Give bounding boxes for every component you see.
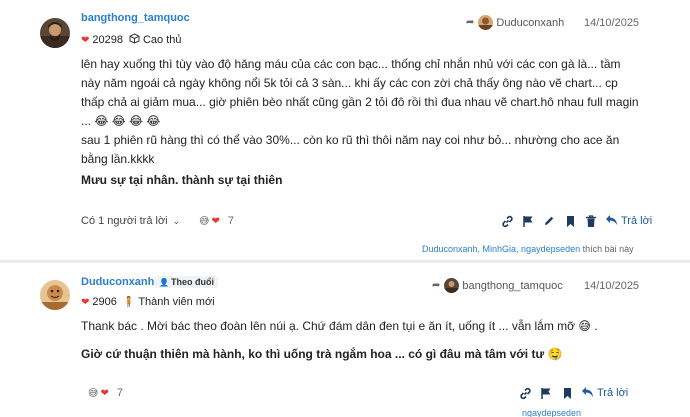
- bookmark-icon[interactable]: [558, 384, 576, 402]
- reply-to-user: bangthong_tamquoc: [462, 279, 563, 292]
- post-duduconxanh: Duduconxanh 👤 Theo đuổi ❤ 2906 🧍 Thành v…: [0, 263, 690, 417]
- user-stats: ❤ 2906 🧍 Thành viên mới: [81, 296, 215, 308]
- rank-cube-icon: [129, 33, 140, 47]
- post-date[interactable]: 14/10/2025: [584, 17, 639, 29]
- post-actions: Trả lời: [495, 212, 652, 230]
- content-line: ... 😂 😂 😂 😂: [81, 114, 161, 128]
- heart-icon: ❤: [100, 387, 109, 399]
- sweat-smile-icon: 😅: [88, 387, 99, 399]
- reply-label: Trả lời: [621, 215, 653, 227]
- reaction-count: 7: [116, 387, 123, 399]
- content-bold-line: Giờ cứ thuận thiên mà hành, ko thì uống …: [81, 347, 563, 361]
- link-icon[interactable]: [516, 384, 534, 402]
- content-line: thấp chả ai giảm mua... giờ phiên bèo nh…: [81, 95, 639, 109]
- likers-line: ngaydepseden: [522, 408, 581, 417]
- flag-icon[interactable]: [537, 384, 555, 402]
- heart-icon: ❤: [81, 296, 90, 308]
- avatar-bangthong[interactable]: [40, 18, 70, 48]
- flag-icon[interactable]: [519, 212, 537, 230]
- avatar-duduconxanh[interactable]: [40, 280, 70, 310]
- reply-button[interactable]: Trả lời: [581, 386, 628, 401]
- reaction-count: 7: [227, 215, 234, 227]
- post-actions: Trả lời: [513, 384, 628, 402]
- reply-arrow-icon: [581, 386, 594, 401]
- reply-count-toggle[interactable]: Có 1 người trả lời ⌄: [81, 215, 180, 227]
- post-bangthong: bangthong_tamquoc ❤ 20298 Cao thủ ➦ Dudu…: [0, 0, 690, 260]
- likers-names[interactable]: ngaydepseden: [522, 408, 581, 417]
- points: 2906: [92, 296, 117, 308]
- pencil-icon[interactable]: [540, 212, 558, 230]
- username[interactable]: Duduconxanh: [81, 276, 154, 288]
- chevron-down-icon: ⌄: [172, 215, 181, 226]
- sweat-smile-icon: 😅: [199, 215, 210, 227]
- post-date[interactable]: 14/10/2025: [584, 280, 639, 292]
- content-line: Thank bác . Mời bác theo đoàn lên núi ạ.…: [81, 319, 598, 333]
- reply-to-user: Duduconxanh: [496, 16, 565, 29]
- reactions[interactable]: 😅 ❤ 7: [199, 215, 234, 227]
- reply-to-indicator[interactable]: ➦ Duduconxanh: [466, 15, 564, 30]
- follow-badge[interactable]: 👤 Theo đuổi: [155, 276, 218, 288]
- reply-to-indicator[interactable]: ➦ bangthong_tamquoc: [432, 278, 563, 293]
- heart-icon: ❤: [81, 34, 90, 46]
- reply-arrow-icon: ➦: [432, 280, 441, 291]
- reply-arrow-icon: ➦: [466, 17, 475, 28]
- reply-button[interactable]: Trả lời: [605, 214, 652, 229]
- likers-suffix: thích bài này: [582, 244, 634, 254]
- reactions[interactable]: 😅 ❤ 7: [88, 387, 123, 399]
- bookmark-icon[interactable]: [561, 212, 579, 230]
- user-stats: ❤ 20298 Cao thủ: [81, 33, 182, 47]
- points: 20298: [92, 34, 123, 46]
- member-icon: 🧍: [122, 296, 136, 308]
- content-line: bằng lần.kkkk: [81, 152, 155, 166]
- username[interactable]: bangthong_tamquoc: [81, 12, 190, 24]
- content-bold-line: Mưu sự tại nhân. thành sự tại thiên: [81, 173, 283, 187]
- content-line: sau 1 phiên rũ hàng thì có thể vào 30%..…: [81, 133, 620, 147]
- content-line: này năm ngoái cả ngày không nổi 5k tỏi c…: [81, 76, 618, 90]
- content-line: lên hay xuống thì tùy vào độ hăng máu củ…: [81, 57, 621, 71]
- post-content: lên hay xuống thì tùy vào độ hăng máu củ…: [81, 55, 681, 190]
- reply-count-label: Có 1 người trả lời: [81, 215, 168, 227]
- mini-avatar-icon: [478, 15, 494, 30]
- rank-label: Cao thủ: [142, 34, 182, 46]
- user-icon: 👤: [159, 277, 169, 287]
- likers-line: Duduconxanh, MinhGia, ngaydepseden thích…: [422, 244, 634, 254]
- follow-label: Theo đuổi: [170, 277, 214, 287]
- trash-icon[interactable]: [582, 212, 600, 230]
- post-content: Thank bác . Mời bác theo đoàn lên núi ạ.…: [81, 317, 681, 364]
- reply-arrow-icon: [605, 214, 618, 229]
- reply-label: Trả lời: [597, 387, 629, 399]
- mini-avatar-icon: [444, 278, 460, 293]
- likers-names[interactable]: Duduconxanh, MinhGia, ngaydepseden: [422, 244, 580, 254]
- rank-label: Thành viên mới: [138, 296, 215, 308]
- heart-icon: ❤: [211, 215, 220, 227]
- link-icon[interactable]: [498, 212, 516, 230]
